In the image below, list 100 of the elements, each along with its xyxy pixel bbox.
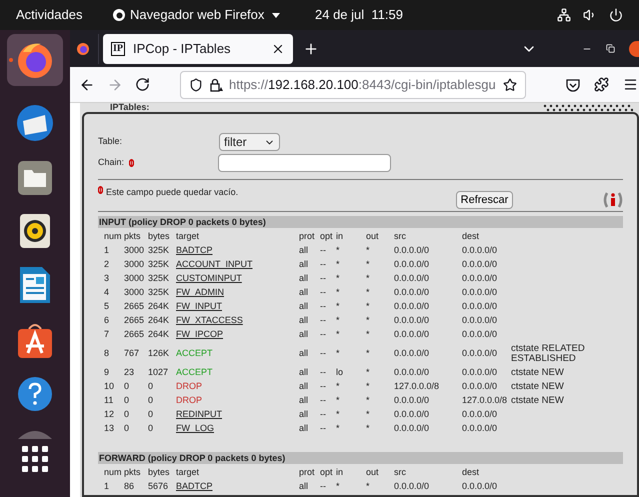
table-cell-text: 0.0.0.0/0 bbox=[462, 258, 498, 272]
table-cell-text: 0.0.0.0/0 bbox=[462, 422, 498, 436]
table-cell-text: -- bbox=[320, 314, 327, 328]
chain-link[interactable]: REDINPUT bbox=[176, 409, 222, 420]
menu-icon[interactable] bbox=[623, 77, 638, 92]
table-cell-text: all bbox=[299, 300, 310, 314]
table-cell-text: 0 bbox=[148, 380, 154, 394]
network-icon[interactable] bbox=[557, 8, 571, 22]
chain-link[interactable]: ACCOUNT_INPUT bbox=[176, 259, 253, 270]
table-select[interactable]: filter bbox=[219, 133, 280, 151]
table-cell-text: 3000 bbox=[124, 258, 146, 272]
page-heading: IPTables: bbox=[110, 103, 150, 112]
table-cell-text: 7 bbox=[104, 328, 110, 342]
column-header: num bbox=[104, 466, 123, 480]
table-cell-text: 9 bbox=[104, 366, 110, 380]
hint-text: Este campo puede quedar vacío. bbox=[106, 186, 240, 199]
table-cell-text: 264K bbox=[148, 300, 170, 314]
table-cell-text: * bbox=[336, 272, 341, 286]
table-cell-text: * bbox=[336, 422, 341, 436]
table-cell-text: * bbox=[366, 314, 371, 328]
column-header: target bbox=[176, 466, 200, 480]
column-header: opt bbox=[320, 230, 334, 244]
target-cell: ACCEPT bbox=[176, 367, 213, 378]
tab-title: IPCop - IPTables bbox=[133, 40, 232, 58]
close-window-button[interactable] bbox=[629, 40, 639, 56]
app-menu[interactable]: Navegador web Firefox bbox=[112, 5, 287, 25]
power-icon[interactable] bbox=[609, 8, 623, 22]
chain-link[interactable]: FW_INPUT bbox=[176, 301, 222, 312]
column-header: prot bbox=[299, 230, 316, 244]
chain-link[interactable]: FW_ADMIN bbox=[176, 287, 224, 298]
table-cell-text: ctstate RELATED ESTABLISHED bbox=[511, 344, 586, 364]
table-cell-text: 1027 bbox=[148, 366, 170, 380]
table-cell-text: 0.0.0.0/0 bbox=[394, 272, 430, 286]
chain-link[interactable]: CUSTOMINPUT bbox=[176, 273, 242, 284]
table-cell-text: 325K bbox=[148, 272, 170, 286]
restore-icon[interactable] bbox=[606, 44, 615, 53]
app-grid-icon[interactable] bbox=[22, 446, 48, 472]
favicon: IP bbox=[111, 42, 125, 56]
table-cell-text: 0 bbox=[148, 408, 154, 422]
table-cell-text: -- bbox=[320, 366, 327, 380]
table-cell-text: 2665 bbox=[124, 314, 146, 328]
table-cell-text: 4 bbox=[104, 286, 110, 300]
table-cell-text: 0.0.0.0/0 bbox=[394, 408, 430, 422]
table-cell-text: 2 bbox=[104, 258, 110, 272]
info-icon[interactable] bbox=[603, 192, 623, 208]
table-cell-text: * bbox=[336, 394, 341, 408]
table-cell-text: 0 bbox=[124, 394, 130, 408]
pocket-icon[interactable] bbox=[566, 78, 580, 92]
table-cell-text: -- bbox=[320, 394, 327, 408]
shopping-bag-icon bbox=[17, 321, 53, 359]
activities-button[interactable]: Actividades bbox=[16, 5, 112, 25]
shield-icon[interactable] bbox=[189, 78, 203, 92]
table-cell-text: * bbox=[336, 380, 341, 394]
refresh-button[interactable]: Refrescar bbox=[456, 191, 513, 209]
table-cell-text: 11 bbox=[104, 394, 114, 408]
new-tab-icon[interactable] bbox=[303, 40, 319, 56]
table-cell-text: * bbox=[366, 300, 371, 314]
chain-link[interactable]: BADTCP bbox=[176, 245, 213, 256]
table-cell-text: * bbox=[336, 408, 341, 422]
table-cell-text: 5676 bbox=[148, 480, 170, 494]
chain-link[interactable]: FW_XTACCESS bbox=[176, 315, 243, 326]
table-cell-text: * bbox=[336, 328, 341, 342]
bookmark-star-icon[interactable] bbox=[503, 78, 517, 92]
clock[interactable]: 24 de jul 11:59 bbox=[315, 5, 403, 25]
reload-icon[interactable] bbox=[135, 77, 150, 92]
table-cell-text: 0.0.0.0/0 bbox=[462, 272, 498, 286]
target-cell: DROP bbox=[176, 395, 202, 406]
chain-link[interactable]: FW_IPCOP bbox=[176, 329, 224, 340]
table-cell-text: 0.0.0.0/0 bbox=[462, 347, 498, 360]
table-cell-text: 0.0.0.0/0 bbox=[462, 314, 498, 328]
table-cell-text: * bbox=[366, 408, 371, 422]
table-cell-text: 5 bbox=[104, 300, 110, 314]
table-cell-text: 0 bbox=[124, 422, 130, 436]
table-cell-text: -- bbox=[320, 380, 327, 394]
browser-tab[interactable]: IP IPCop - IPTables bbox=[103, 34, 293, 64]
table-cell-text: all bbox=[299, 380, 310, 394]
table-cell-text: * bbox=[366, 380, 371, 394]
table-cell-text: all bbox=[299, 394, 310, 408]
back-icon[interactable] bbox=[79, 76, 95, 92]
extensions-icon[interactable] bbox=[594, 77, 609, 92]
table-cell-text: * bbox=[366, 286, 371, 300]
table-cell-text: * bbox=[336, 244, 341, 258]
url-field[interactable]: https://192.168.20.100:8443/cgi-bin/iptablesgu bbox=[180, 70, 526, 98]
chain-field[interactable] bbox=[218, 154, 391, 172]
chain-link[interactable]: FW_LOG bbox=[176, 423, 214, 434]
lock-warning-icon[interactable] bbox=[209, 78, 223, 92]
table-cell-text: * bbox=[336, 314, 341, 328]
column-header: prot bbox=[299, 466, 316, 480]
table-cell-text: 0.0.0.0/0 bbox=[394, 347, 430, 360]
table-cell-text: -- bbox=[320, 480, 327, 494]
table-cell-text: 0.0.0.0/0 bbox=[394, 480, 430, 494]
table-cell-text: 0.0.0.0/0 bbox=[462, 286, 498, 300]
chain-link[interactable]: BADTCP bbox=[176, 481, 213, 492]
column-header: src bbox=[394, 466, 407, 480]
table-cell-text: 6 bbox=[104, 314, 110, 328]
table-cell-text: 0 bbox=[124, 408, 130, 422]
chain-label: Chain: bbox=[98, 156, 126, 170]
column-header: src bbox=[394, 230, 407, 244]
table-cell-text: 8 bbox=[104, 347, 110, 360]
required-icon bbox=[98, 186, 103, 194]
